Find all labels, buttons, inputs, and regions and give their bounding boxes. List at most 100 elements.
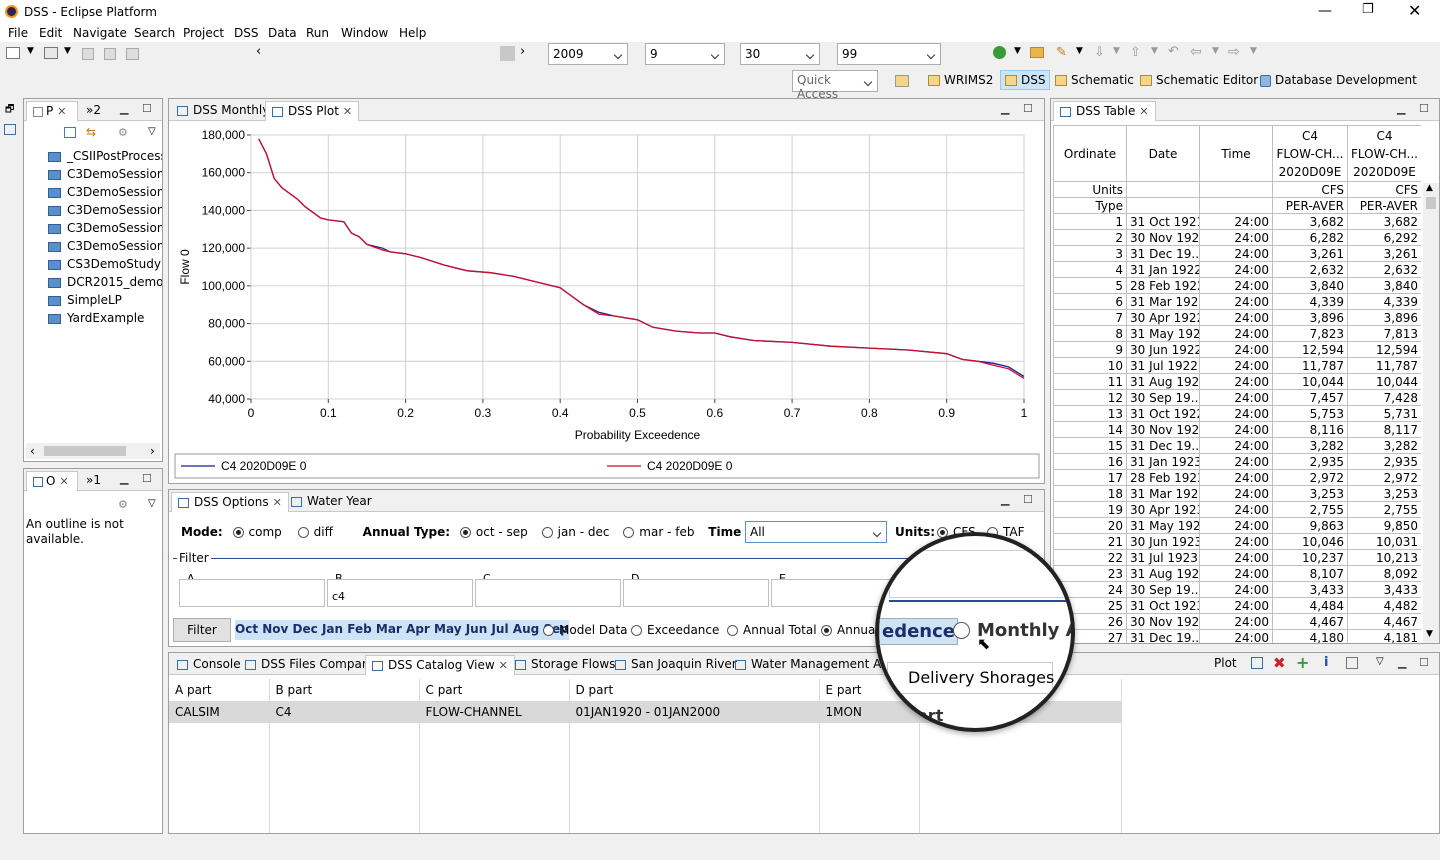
table-row[interactable]: 11 31 Aug 1922 24:00 10,044 10,044 — [1053, 373, 1421, 390]
cell-date[interactable]: 31 Aug 1922 — [1126, 373, 1200, 390]
table-row[interactable]: 23 31 Aug 1923 24:00 8,107 8,092 — [1053, 565, 1421, 582]
tree-item[interactable]: _CSIIPostProcessi — [48, 147, 162, 165]
cell-value2[interactable]: 4,467 — [1347, 613, 1421, 630]
minimize-view-icon[interactable]: ▁ — [1397, 102, 1405, 115]
scroll-left-icon[interactable]: ‹ — [30, 444, 35, 458]
collapse-all-icon[interactable] — [64, 127, 76, 138]
table-row[interactable]: 17 28 Feb 1923 24:00 2,972 2,972 — [1053, 469, 1421, 486]
tab-water-management-act[interactable]: Water Management Act — [729, 655, 898, 675]
info-icon[interactable]: i — [1324, 655, 1328, 670]
filter-icon[interactable]: ⚙ — [118, 126, 128, 139]
cell-value1[interactable]: 12,594 — [1272, 341, 1348, 358]
close-tab-icon[interactable]: ✕ — [499, 659, 508, 672]
cell-value2[interactable]: 3,840 — [1347, 277, 1421, 294]
table-row[interactable]: 5 28 Feb 1922 24:00 3,840 3,840 — [1053, 277, 1421, 294]
table-row[interactable]: 27 31 Dec 19... 24:00 4,180 4,181 — [1053, 629, 1421, 643]
close-tab-icon[interactable]: ✕ — [273, 496, 282, 509]
cell-time[interactable]: 24:00 — [1199, 533, 1273, 550]
cell-value1[interactable]: 3,682 — [1272, 213, 1348, 230]
cell-ordinate[interactable]: 21 — [1053, 533, 1127, 550]
cell-date[interactable]: 31 Jul 1922 — [1126, 357, 1200, 374]
plot-options-icon[interactable] — [1251, 657, 1263, 669]
last-edit-icon[interactable]: ↶ — [1168, 44, 1179, 59]
prev-dropdown-icon[interactable]: ▼ — [1151, 46, 1158, 56]
scroll-up-icon[interactable]: ▲ — [1426, 183, 1433, 193]
new-icon[interactable] — [6, 47, 20, 59]
cell-value1[interactable]: 3,840 — [1272, 277, 1348, 294]
cell-value1[interactable]: 3,253 — [1272, 485, 1348, 502]
tab-console[interactable]: Console — [171, 655, 247, 675]
time-window-select[interactable]: All — [745, 521, 887, 543]
add-icon[interactable]: + — [1296, 653, 1309, 672]
filter-icon[interactable]: ⚙ — [118, 498, 128, 511]
menu-file[interactable]: File — [8, 26, 28, 40]
cell-value2[interactable]: 4,181 — [1347, 629, 1421, 643]
cell-value1[interactable]: 4,180 — [1272, 629, 1348, 643]
cell-value2[interactable]: 11,787 — [1347, 357, 1421, 374]
cell-date[interactable]: 31 Jan 1922 — [1126, 261, 1200, 278]
table-row[interactable]: 3 31 Dec 19... 24:00 3,261 3,261 — [1053, 245, 1421, 262]
cell-time[interactable]: 24:00 — [1199, 581, 1273, 598]
cell-ordinate[interactable]: 2 — [1053, 229, 1127, 246]
vertical-scrollbar[interactable]: ▲ ▼ — [1423, 183, 1439, 643]
menu-navigate[interactable]: Navigate — [73, 26, 127, 40]
cell-value2[interactable]: 4,339 — [1347, 293, 1421, 310]
mode-comp-radio[interactable]: comp — [232, 525, 282, 539]
restore-icon[interactable]: ❐ — [1362, 2, 1374, 17]
col-d-part[interactable]: D part — [569, 679, 820, 701]
tab-more[interactable]: »1 — [80, 471, 107, 491]
maximize-view-icon[interactable]: ☐ — [1023, 493, 1033, 506]
tab-dss-plot[interactable]: DSS Plot ✕ — [265, 101, 360, 121]
plot-button[interactable]: Plot — [1214, 656, 1237, 670]
cell-date[interactable]: 31 Mar 1923 — [1126, 485, 1200, 502]
close-tab-icon[interactable]: ✕ — [343, 105, 352, 118]
month-item[interactable]: Aug — [513, 622, 539, 636]
cell-value1[interactable]: 3,896 — [1272, 309, 1348, 326]
col-a-part[interactable]: A part — [169, 679, 270, 701]
menu-window[interactable]: Window — [341, 26, 388, 40]
cell-value1[interactable]: 2,755 — [1272, 501, 1348, 518]
table-row[interactable]: 24 30 Sep 19... 24:00 3,433 3,433 — [1053, 581, 1421, 598]
cell-value1[interactable]: 10,044 — [1272, 373, 1348, 390]
cell-value1[interactable]: 3,261 — [1272, 245, 1348, 262]
print-icon[interactable] — [126, 48, 139, 60]
close-tab-icon[interactable]: ✕ — [1139, 105, 1148, 118]
back-icon[interactable]: ⇦ — [1190, 44, 1202, 60]
restore-side-icon[interactable]: 🗗 — [5, 102, 14, 119]
cell-ordinate[interactable]: 11 — [1053, 373, 1127, 390]
cell-value1[interactable]: 6,282 — [1272, 229, 1348, 246]
tab-dss-monthly[interactable]: DSS Monthly — [171, 101, 275, 121]
cell-value1[interactable]: 11,787 — [1272, 357, 1348, 374]
tab-outline[interactable]: O ✕ — [26, 471, 78, 491]
cell-time[interactable]: 24:00 — [1199, 213, 1273, 230]
cell-date[interactable]: 30 Nov 1921 — [1126, 229, 1200, 246]
table-row[interactable]: 18 31 Mar 1923 24:00 3,253 3,253 — [1053, 485, 1421, 502]
table-row[interactable]: 831 May 192224:007,8237,813 — [1053, 325, 1421, 342]
cell-value2[interactable]: 2,755 — [1347, 501, 1421, 518]
table-row[interactable]: 4 31 Jan 1922 24:00 2,632 2,632 — [1053, 261, 1421, 278]
tree-item[interactable]: DCR2015_demo — [48, 273, 162, 291]
cell-date[interactable]: 31 Oct 1921 — [1126, 213, 1200, 230]
cell-c[interactable]: FLOW-CHANNEL — [419, 701, 570, 723]
cell-value2[interactable]: 8,117 — [1347, 421, 1421, 438]
tab-dss-files-compare[interactable]: DSS Files Compare — [239, 655, 380, 675]
cell-time[interactable]: 24:00 — [1199, 325, 1273, 342]
cell-date[interactable]: 31 Mar 1922 — [1126, 293, 1200, 310]
cell-value2[interactable]: 5,731 — [1347, 405, 1421, 422]
cell-ordinate[interactable]: 12 — [1053, 389, 1127, 406]
cell-ordinate[interactable]: 7 — [1053, 309, 1127, 326]
cell-time[interactable]: 24:00 — [1199, 613, 1273, 630]
tree-item[interactable]: YardExample — [48, 309, 162, 327]
delete-icon[interactable]: ✖ — [1273, 654, 1286, 672]
close-icon[interactable]: ✕ — [1408, 1, 1421, 20]
maximize-view-icon[interactable]: ☐ — [1419, 102, 1429, 115]
outline-side-icon[interactable] — [4, 124, 16, 135]
cell-value1[interactable]: 3,282 — [1272, 437, 1348, 454]
cell-value2[interactable]: 8,092 — [1347, 565, 1421, 582]
view-menu-icon[interactable]: ▽ — [148, 126, 156, 137]
cell-time[interactable]: 24:00 — [1199, 437, 1273, 454]
annual-mar-feb-radio[interactable]: mar - feb — [623, 525, 694, 539]
cell-value1[interactable]: 10,046 — [1272, 533, 1348, 550]
table-row[interactable]: 6 31 Mar 1922 24:00 4,339 4,339 — [1053, 293, 1421, 310]
cell-time[interactable]: 24:00 — [1199, 341, 1273, 358]
